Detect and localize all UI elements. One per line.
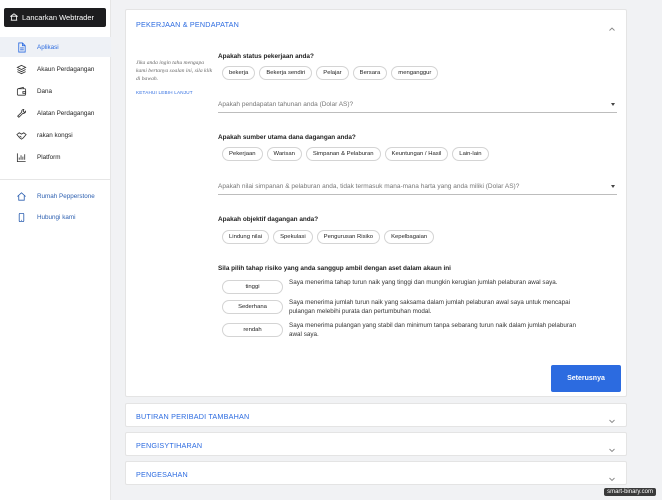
sidebar-item-label: Aplikasi [37, 43, 59, 51]
sidebar-item-dana[interactable]: Dana [0, 81, 111, 101]
sidebar-item-label: rakan kongsi [37, 131, 73, 139]
option-chip[interactable]: Kepelbagaian [384, 230, 435, 244]
funding-source-options: Pekerjaan Warisan Simpanan & Pelaburan K… [222, 147, 489, 161]
sidebar-item-platform[interactable]: Platform [0, 147, 111, 167]
risk-button[interactable]: rendah [222, 323, 283, 337]
option-chip[interactable]: Spekulasi [273, 230, 313, 244]
dropdown-arrow-icon [611, 103, 615, 106]
option-chip[interactable]: Lindung nilai [222, 230, 270, 244]
handshake-icon [14, 128, 28, 142]
additional-personal-details-section[interactable]: BUTIRAN PERIBADI TAMBAHAN [125, 403, 627, 427]
sidebar-item-label: Platform [37, 153, 61, 161]
risk-option-rendah: rendah Saya menerima pulangan yang stabi… [222, 322, 589, 340]
sidebar-item-akaun-perdagangan[interactable]: Akaun Perdagangan [0, 59, 111, 79]
home-icon [14, 189, 28, 203]
wallet-icon [14, 84, 28, 98]
document-icon [14, 40, 28, 54]
sidebar-link-rumah-pepperstone[interactable]: Rumah Pepperstone [0, 186, 111, 206]
trading-objective-question: Apakah objektif dagangan anda? [218, 216, 319, 223]
annual-income-placeholder: Apakah pendapatan tahunan anda (Dolar AS… [218, 101, 354, 108]
employment-income-section: PEKERJAAN & PENDAPATAN Jika anda ingin t… [125, 9, 627, 397]
savings-value-select[interactable]: Apakah nilai simpanan & pelaburan anda, … [218, 179, 617, 195]
option-chip[interactable]: bekerja [222, 66, 256, 80]
option-chip[interactable]: menganggur [391, 66, 439, 80]
option-chip[interactable]: Bekerja sendiri [259, 66, 313, 80]
sidebar-item-aplikasi[interactable]: Aplikasi [0, 37, 111, 57]
sidebar-link-label: Rumah Pepperstone [37, 192, 95, 200]
risk-option-tinggi: tinggi Saya menerima tahap turun naik ya… [222, 279, 589, 294]
chevron-down-icon [608, 412, 616, 424]
option-chip[interactable]: Lain-lain [452, 147, 489, 161]
annual-income-select[interactable]: Apakah pendapatan tahunan anda (Dolar AS… [218, 97, 617, 113]
savings-value-placeholder: Apakah nilai simpanan & pelaburan anda, … [218, 183, 520, 190]
risk-button[interactable]: Sederhana [222, 300, 283, 314]
option-chip[interactable]: Pengurusan Risiko [316, 230, 381, 244]
risk-description: Saya menerima jumlah turun naik yang sak… [289, 299, 571, 315]
chevron-up-icon[interactable] [608, 20, 616, 31]
option-chip[interactable]: Keuntungan / Hasil [384, 147, 449, 161]
sidebar-link-hubungi-kami[interactable]: Hubungi kami [0, 207, 111, 227]
sidebar-item-rakan-kongsi[interactable]: rakan kongsi [0, 125, 111, 145]
employment-status-options: bekerja Bekerja sendiri Pelajar Bersara … [222, 66, 439, 80]
launch-webtrader-button[interactable]: Lancarkan Webtrader [4, 8, 106, 27]
section-title: BUTIRAN PERIBADI TAMBAHAN [136, 412, 250, 421]
risk-option-sederhana: Sederhana Saya menerima jumlah turun nai… [222, 299, 589, 317]
watermark: smart-binary.com [604, 488, 656, 496]
funding-source-question: Apakah sumber utama dana dagangan anda? [218, 134, 356, 141]
risk-description: Saya menerima tahap turun naik yang ting… [289, 279, 558, 286]
sidebar-divider [0, 179, 111, 180]
risk-description: Saya menerima pulangan yang stabil dan m… [289, 322, 577, 338]
sidebar: Lancarkan Webtrader Aplikasi Akaun Perda… [0, 0, 111, 500]
option-chip[interactable]: Pelajar [316, 66, 349, 80]
declaration-section[interactable]: PENGISYTIHARAN [125, 432, 627, 456]
phone-icon [14, 210, 28, 224]
sidebar-item-label: Dana [37, 87, 53, 95]
risk-button[interactable]: tinggi [222, 280, 283, 294]
dropdown-arrow-icon [611, 185, 615, 188]
building-icon [9, 12, 19, 23]
option-chip[interactable]: Warisan [266, 147, 302, 161]
option-chip[interactable]: Simpanan & Pelaburan [305, 147, 381, 161]
sidebar-item-alatan-perdagangan[interactable]: Alatan Perdagangan [0, 103, 111, 123]
learn-more-link[interactable]: KETAHUI LEBIH LANJUT [136, 90, 193, 95]
sidebar-item-label: Akaun Perdagangan [37, 65, 95, 73]
section-title[interactable]: PEKERJAAN & PENDAPATAN [136, 20, 239, 29]
option-chip[interactable]: Bersara [352, 66, 388, 80]
confirmation-section[interactable]: PENGESAHAN [125, 461, 627, 485]
trading-objective-options: Lindung nilai Spekulasi Pengurusan Risik… [222, 230, 435, 244]
chart-icon [14, 150, 28, 164]
sidebar-link-label: Hubungi kami [37, 213, 76, 221]
employment-status-question: Apakah status pekerjaan anda? [218, 53, 314, 60]
chevron-down-icon [608, 441, 616, 453]
sidebar-item-label: Alatan Perdagangan [37, 109, 95, 117]
why-we-ask-text: Jika anda ingin tahu mengapa kami bertan… [136, 60, 213, 83]
risk-level-question: Sila pilih tahap risiko yang anda sanggu… [218, 265, 451, 272]
next-button[interactable]: Seterusnya [551, 365, 621, 392]
section-title: PENGESAHAN [136, 470, 188, 479]
launch-webtrader-label: Lancarkan Webtrader [22, 13, 94, 22]
layers-icon [14, 62, 28, 76]
wrench-icon [14, 106, 28, 120]
section-title: PENGISYTIHARAN [136, 441, 203, 450]
chevron-down-icon [608, 470, 616, 482]
option-chip[interactable]: Pekerjaan [222, 147, 263, 161]
